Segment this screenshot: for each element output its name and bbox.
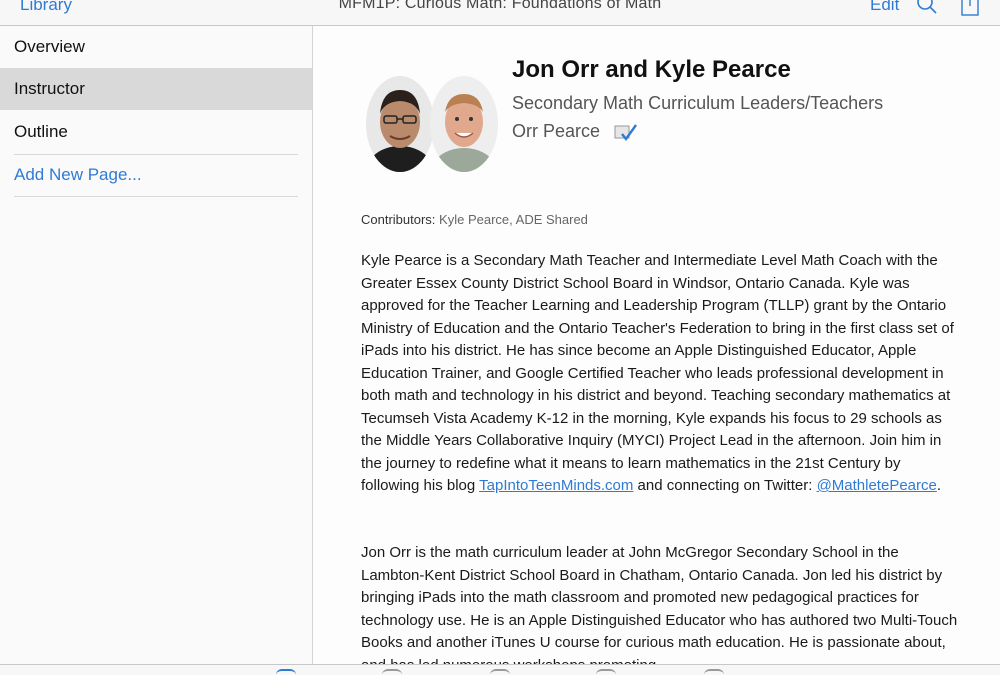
search-icon[interactable] [915, 0, 939, 16]
contributors-label: Contributors: [361, 212, 436, 227]
sidebar-item-outline[interactable]: Outline [0, 111, 312, 153]
tab-bar [0, 664, 1000, 675]
instructor-page: Jon Orr and Kyle Pearce Secondary Math C… [314, 26, 1000, 664]
instructor-title: Secondary Math Curriculum Leaders/Teache… [512, 93, 884, 113]
course-title: MFM1P: Curious Math: Foundations of Math [338, 0, 662, 12]
edit-button[interactable]: Edit [870, 0, 899, 15]
blog-link[interactable]: TapIntoTeenMinds.com [479, 477, 633, 494]
avatar-jon [366, 76, 434, 172]
more-tab-icon[interactable] [704, 669, 724, 675]
itunes-u-icon [614, 124, 637, 141]
bio-kyle-end: . [936, 477, 942, 494]
twitter-link[interactable]: @MathletePearce [817, 477, 937, 494]
materials-tab-icon[interactable] [490, 669, 510, 675]
instructor-organization: Orr Pearce [512, 121, 601, 141]
avatar-kyle [430, 76, 498, 172]
divider [14, 196, 298, 197]
bio-jon: Jon Orr is the math curriculum leader at… [361, 544, 958, 664]
navigation-bar: Library MFM1P: Curious Math: Foundations… [0, 0, 1000, 26]
contributors-line: Contributors: Kyle Pearce, ADE Shared [361, 212, 588, 227]
posts-tab-icon[interactable] [382, 669, 402, 675]
bio-kyle: Kyle Pearce is a Secondary Math Teacher … [361, 250, 961, 498]
instructor-name: Jon Orr and Kyle Pearce [512, 56, 791, 83]
sidebar-item-overview[interactable]: Overview [0, 26, 312, 68]
notes-tab-icon[interactable] [596, 669, 616, 675]
add-new-page-button[interactable]: Add New Page... [0, 154, 312, 196]
bio-kyle-mid: and connecting on Twitter: [633, 477, 817, 494]
bio-kyle-text: Kyle Pearce is a Secondary Math Teacher … [361, 252, 954, 494]
sidebar-item-instructor[interactable]: Instructor [0, 68, 312, 110]
course-tab-icon[interactable] [276, 669, 296, 675]
sidebar: Overview Instructor Outline Add New Page… [0, 26, 313, 664]
share-icon[interactable] [958, 0, 982, 16]
contributors-value: Kyle Pearce, ADE Shared [439, 212, 588, 227]
